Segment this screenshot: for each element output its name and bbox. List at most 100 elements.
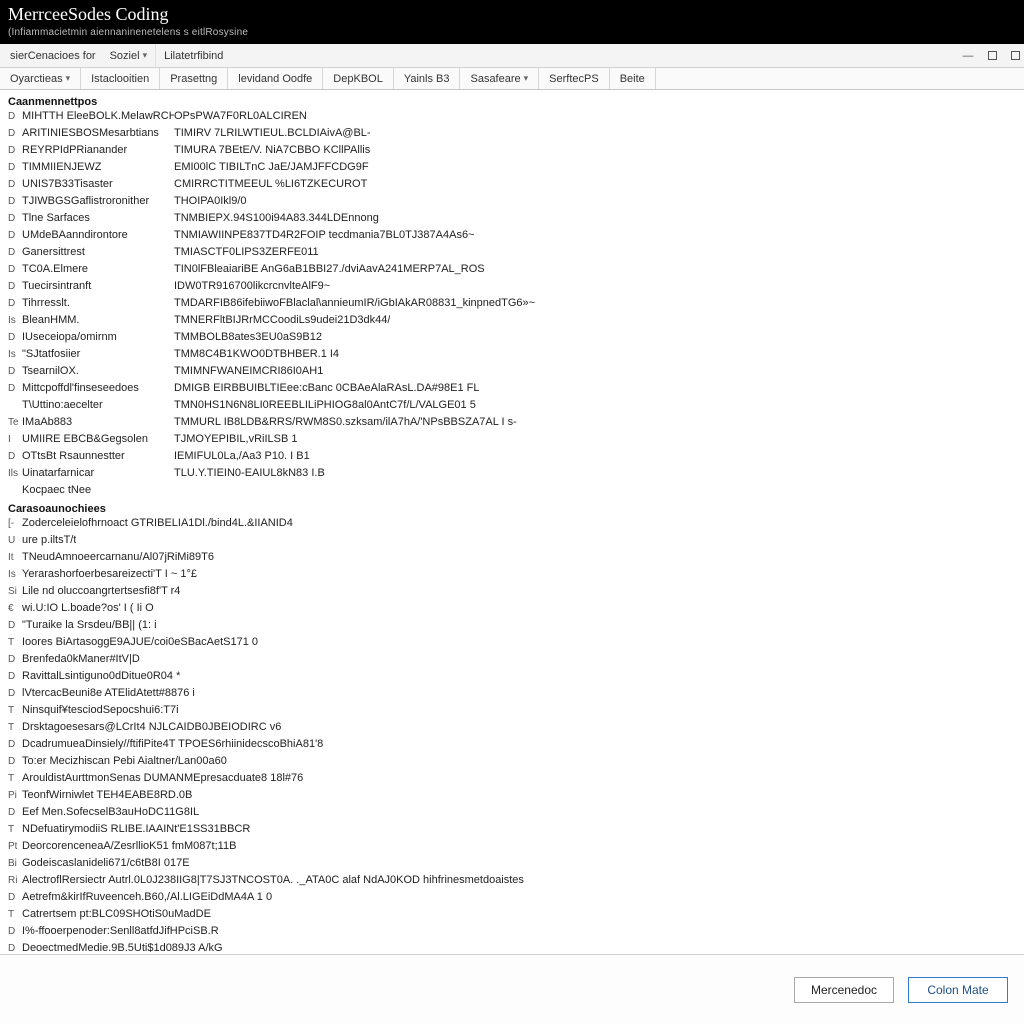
component-row[interactable]: TArouldistAurttmonSenas DUMANMEpresacdua… xyxy=(8,772,1016,789)
close-icon[interactable] xyxy=(1011,51,1020,60)
toolbar-item-2[interactable]: Lilatetrfibind xyxy=(155,44,231,67)
tab-label: Prasettng xyxy=(170,73,217,85)
component-name: Aetrefm&kirIfRuveenceh.B60,/Al.LIGEiDdMA… xyxy=(22,891,272,903)
row-icon: D xyxy=(8,145,22,156)
component-row[interactable]: ItTNeudAmnoeercarnanu/Al07jRiMi89T6 xyxy=(8,551,1016,568)
param-name: OTtsBt Rsaunnestter xyxy=(22,450,174,462)
primary-button[interactable]: Colon Mate xyxy=(908,977,1008,1003)
tab-label: SerftecPS xyxy=(549,73,599,85)
component-name: lVtercacBeuni8e ATElidAtett#8876 i xyxy=(22,687,195,699)
component-row[interactable]: TNDefuatirymodiiS RLIBE.IAAINt'E1SS31BBC… xyxy=(8,823,1016,840)
component-name: Ninsquif¥tesciodSepocshui6:T7i xyxy=(22,704,179,716)
component-row[interactable]: D"Turaike la Srsdeu/BB|| (1: i xyxy=(8,619,1016,636)
component-name: Godeiscaslanideli671/c6tB8I 017E xyxy=(22,857,190,869)
component-row[interactable]: RiAlectroflRersiectr Autrl.0L0J238IIG8|T… xyxy=(8,874,1016,891)
tab-7[interactable]: SerftecPS xyxy=(539,68,610,89)
param-value: OPsPWA7F0RL0ALCIREN xyxy=(174,110,307,122)
param-name: ARITINIESBOSMesarbtians xyxy=(22,127,174,139)
toolbar-dropdown-1[interactable]: Soziel ▾ xyxy=(102,44,156,67)
component-row[interactable]: PiTeonfWirniwlet TEH4EABE8RD.0B xyxy=(8,789,1016,806)
row-icon: Is xyxy=(8,315,22,326)
param-value: TMM8C4B1KWO0DTBHBER.1 I4 xyxy=(174,348,339,360)
param-row[interactable]: DTlne SarfacesTNMBIEPX.94S100i94A83.344L… xyxy=(8,212,1016,229)
chevron-down-icon: ▾ xyxy=(524,73,529,84)
component-row[interactable]: €wi.U:IO L.boade?os' I ( Ii O xyxy=(8,602,1016,619)
component-row[interactable]: PtDeorcorenceneaA/ZesrllioK51 fmM087t;11… xyxy=(8,840,1016,857)
component-row[interactable]: TDrsktagoesesars@LCrIt4 NJLCAIDB0JBEIODI… xyxy=(8,721,1016,738)
param-row[interactable]: DUMdeBAanndirontoreTNMIAWIINPE837TD4R2FO… xyxy=(8,229,1016,246)
component-row[interactable]: DEef Men.SofecselB3auHoDC11G8IL xyxy=(8,806,1016,823)
param-row[interactable]: DMIHTTH EleeBOLK.MelawRCHOPsPWA7F0RL0ALC… xyxy=(8,110,1016,127)
component-row[interactable]: DBrenfeda0kManer#ItV|D xyxy=(8,653,1016,670)
row-icon: T xyxy=(8,637,22,648)
row-icon: D xyxy=(8,213,22,224)
component-row[interactable]: DTo:er Mecizhiscan Pebi Aialtner/Lan00a6… xyxy=(8,755,1016,772)
component-row[interactable]: Uure p.iltsT/t xyxy=(8,534,1016,551)
param-row[interactable]: DTC0A.ElmereTIN0lFBleaiariBE AnG6aB1BBI2… xyxy=(8,263,1016,280)
component-row[interactable]: DlVtercacBeuni8e ATElidAtett#8876 i xyxy=(8,687,1016,704)
maximize-icon[interactable] xyxy=(988,51,997,60)
tab-3[interactable]: levidand Oodfe xyxy=(228,68,323,89)
param-name: IUseceiopa/omirnm xyxy=(22,331,174,343)
tab-4[interactable]: DepKBOL xyxy=(323,68,394,89)
param-row[interactable]: DTsearnilOX.TMIMNFWANEIMCRI86I0AH1 xyxy=(8,365,1016,382)
app-title: MerrceeSodes Coding xyxy=(8,4,1016,25)
row-icon: T xyxy=(8,722,22,733)
param-value: DMIGB EIRBBUIBLTIEee:cBanc 0CBAeAlaRAsL.… xyxy=(174,382,479,394)
component-row[interactable]: BiGodeiscaslanideli671/c6tB8I 017E xyxy=(8,857,1016,874)
param-value: TNMBIEPX.94S100i94A83.344LDEnnong xyxy=(174,212,379,224)
param-row[interactable]: DIUseceiopa/omirnmTMMBOLB8ates3EU0aS9B12 xyxy=(8,331,1016,348)
row-icon: D xyxy=(8,671,22,682)
param-row[interactable]: IUMIIRE EBCB&GegsolenTJMOYEPIBIL,vRiILSB… xyxy=(8,433,1016,450)
param-row[interactable]: IlsUinatarfarnicarTLU.Y.TIEIN0-EAIUL8kN8… xyxy=(8,467,1016,484)
tab-0[interactable]: Oyarctieas▾ xyxy=(0,68,81,89)
param-row[interactable]: DOTtsBt RsaunnestterIEMIFUL0La,/Aa3 P10.… xyxy=(8,450,1016,467)
tab-5[interactable]: Yainls B3 xyxy=(394,68,461,89)
component-row[interactable]: [-Zoderceleielofhrnoact GTRIBELIA1Dl./bi… xyxy=(8,517,1016,534)
minimize-icon[interactable]: — xyxy=(962,50,974,62)
tab-2[interactable]: Prasettng xyxy=(160,68,228,89)
param-row[interactable]: DTJIWBGSGaflistroronitherTHOIPA0Ikl9/0 xyxy=(8,195,1016,212)
components-list: [-Zoderceleielofhrnoact GTRIBELIA1Dl./bi… xyxy=(8,517,1016,954)
component-row[interactable]: DDeoectmedMedie.9B.5Uti$1d089J3 A/kG xyxy=(8,942,1016,954)
row-icon: € xyxy=(8,603,22,614)
component-row[interactable]: TCatrertsem pt:BLC09SHOtiS0uMadDE xyxy=(8,908,1016,925)
component-row[interactable]: DDcadrumueaDinsiely//ftifiPite4T TPOES6r… xyxy=(8,738,1016,755)
param-row[interactable]: DTihrresslt.TMDARFIB86ifebiiwoFBlaclal\a… xyxy=(8,297,1016,314)
component-row[interactable]: IsYerarashorfoerbesareizecti'T I ~ 1°£ xyxy=(8,568,1016,585)
param-row[interactable]: TeIMaAb883TMMURL IB8LDB&RRS/RWM8S0.szksa… xyxy=(8,416,1016,433)
tab-8[interactable]: Beite xyxy=(610,68,656,89)
param-value: TIMIRV 7LRILWTIEUL.BCLDIAivA@BL- xyxy=(174,127,371,139)
component-row[interactable]: DRavittalLsintiguno0dDitue0R04 * xyxy=(8,670,1016,687)
param-row[interactable]: DTIMMIIENJEWZEMI00lC TIBILTnC JaE/JAMJFF… xyxy=(8,161,1016,178)
row-icon: T xyxy=(8,909,22,920)
component-row[interactable]: SiLile nd oluccoangrtertsesfi8f'T r4 xyxy=(8,585,1016,602)
component-row[interactable]: DI%-ffooerpenoder:Senll8atfdJifHPciSB.R xyxy=(8,925,1016,942)
row-icon: D xyxy=(8,162,22,173)
param-row[interactable]: DGanersittrestTMIASCTF0LIPS3ZERFE011 xyxy=(8,246,1016,263)
component-name: Brenfeda0kManer#ItV|D xyxy=(22,653,140,665)
component-row[interactable]: DAetrefm&kirIfRuveenceh.B60,/Al.LIGEiDdM… xyxy=(8,891,1016,908)
component-name: "Turaike la Srsdeu/BB|| (1: i xyxy=(22,619,157,631)
tab-6[interactable]: Sasafeare▾ xyxy=(460,68,539,89)
param-row[interactable]: Is"SJtatfosiierTMM8C4B1KWO0DTBHBER.1 I4 xyxy=(8,348,1016,365)
component-name: ure p.iltsT/t xyxy=(22,534,76,546)
param-row[interactable]: DARITINIESBOSMesarbtiansTIMIRV 7LRILWTIE… xyxy=(8,127,1016,144)
row-icon: D xyxy=(8,451,22,462)
row-icon: I xyxy=(8,434,22,445)
row-icon: D xyxy=(8,383,22,394)
param-row[interactable]: DREYRPIdPRiananderTIMURA 7BEtE/V. NiA7CB… xyxy=(8,144,1016,161)
param-row[interactable]: DUNIS7B33TisasterCMIRRCTITMEEUL %LI6TZKE… xyxy=(8,178,1016,195)
row-icon: D xyxy=(8,739,22,750)
tab-1[interactable]: Istaclooitien xyxy=(81,68,160,89)
row-icon: D xyxy=(8,654,22,665)
tab-label: DepKBOL xyxy=(333,73,383,85)
component-row[interactable]: TIoores BiArtasoggE9AJUE/coi0eSBacAetS17… xyxy=(8,636,1016,653)
secondary-button[interactable]: Mercenedoc xyxy=(794,977,894,1003)
tab-label: Istaclooitien xyxy=(91,73,149,85)
param-row[interactable]: IsBleanHMM.TMNERFltBIJRrMCCoodiLs9udei21… xyxy=(8,314,1016,331)
param-row[interactable]: DTuecirsintranftIDW0TR916700likcrcnvlteA… xyxy=(8,280,1016,297)
param-row[interactable]: T\Uttino:aecelterTMN0HS1N6N8LI0REEBLILiP… xyxy=(8,399,1016,416)
component-row[interactable]: TNinsquif¥tesciodSepocshui6:T7i xyxy=(8,704,1016,721)
param-row[interactable]: DMittcpoffdl'finseseedoesDMIGB EIRBBUIBL… xyxy=(8,382,1016,399)
